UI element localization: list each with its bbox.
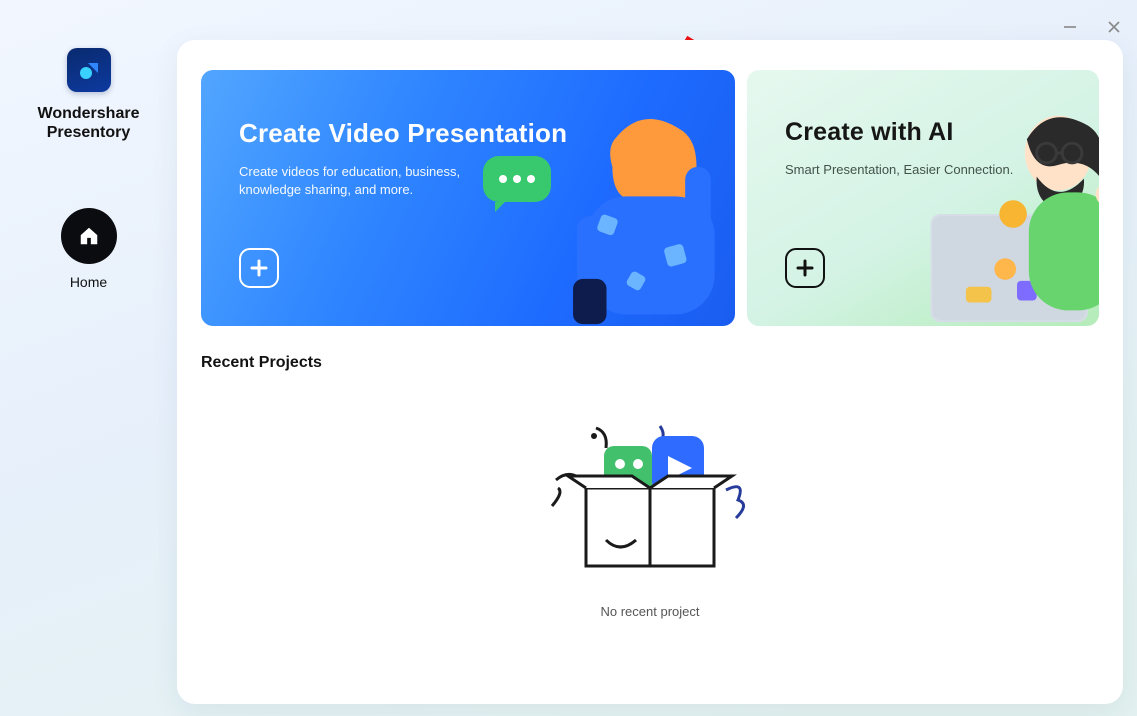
- create-ai-card[interactable]: Create with AI Smart Presentation, Easie…: [747, 70, 1099, 326]
- brand-line2: Presentory: [38, 123, 140, 142]
- brand-name: Wondershare Presentory: [38, 104, 140, 142]
- app-logo: [67, 48, 111, 92]
- home-icon: [61, 208, 117, 264]
- close-button[interactable]: [1105, 18, 1123, 36]
- ai-user-illustration: [909, 96, 1099, 326]
- create-ai-plus-icon: [785, 248, 825, 288]
- presenter-illustration: [515, 98, 735, 326]
- nav-home-label: Home: [70, 274, 107, 290]
- create-video-plus-icon: [239, 248, 279, 288]
- sidebar: Wondershare Presentory Home: [0, 0, 177, 716]
- empty-box-illustration: [550, 422, 750, 578]
- create-video-card[interactable]: Create Video Presentation Create videos …: [201, 70, 735, 326]
- main-panel: Create Video Presentation Create videos …: [177, 40, 1123, 704]
- card-row: Create Video Presentation Create videos …: [201, 70, 1099, 326]
- recent-projects-heading: Recent Projects: [201, 354, 1099, 372]
- minimize-button[interactable]: [1061, 18, 1079, 36]
- empty-message: No recent project: [601, 604, 700, 619]
- create-video-desc: Create videos for education, business, k…: [239, 163, 469, 199]
- nav-home[interactable]: Home: [61, 208, 117, 290]
- brand-line1: Wondershare: [38, 104, 140, 123]
- empty-state: No recent project: [201, 422, 1099, 619]
